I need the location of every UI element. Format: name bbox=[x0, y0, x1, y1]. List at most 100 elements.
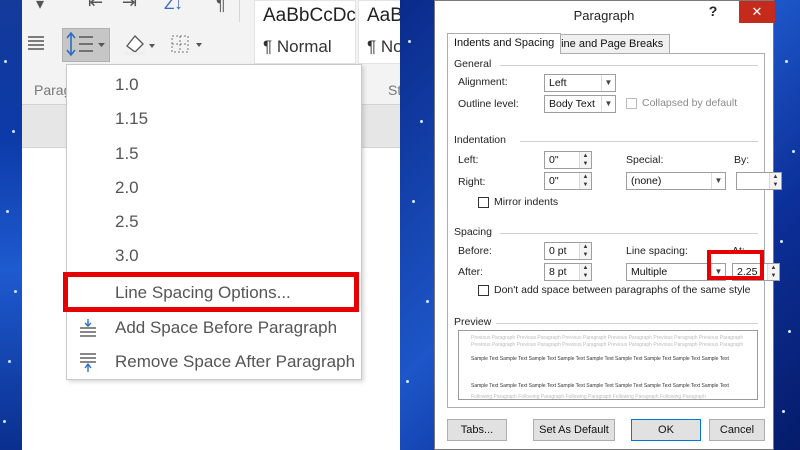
style-normal-name: ¶ Normal bbox=[263, 37, 332, 56]
spinner-arrows-icon[interactable]: ▲ ▼ bbox=[579, 173, 591, 189]
indentation-heading: Indentation bbox=[454, 134, 506, 146]
line-spacing-value: Multiple bbox=[631, 266, 668, 278]
sort-icon[interactable]: Z↓ bbox=[164, 0, 183, 14]
spinner-arrows-icon[interactable]: ▲ ▼ bbox=[579, 264, 591, 280]
add-space-before-item[interactable]: Add Space Before Paragraph bbox=[115, 318, 337, 338]
collapsed-by-default-checkbox[interactable] bbox=[626, 98, 637, 109]
collapsed-by-default-label: Collapsed by default bbox=[642, 97, 738, 109]
left-indent-label: Left: bbox=[458, 154, 479, 166]
special-select[interactable]: (none) ▼ bbox=[626, 172, 726, 190]
desktop-background: Paragraph ? ✕ Indents and Spacing Line a… bbox=[400, 0, 800, 450]
chevron-down-icon: ▼ bbox=[601, 75, 615, 91]
line-spacing-icon bbox=[66, 31, 105, 57]
alignment-select[interactable]: Left ▼ bbox=[544, 74, 616, 92]
right-indent-spinner[interactable]: 0" ▲ ▼ bbox=[544, 172, 592, 190]
outline-level-label: Outline level: bbox=[458, 98, 519, 110]
preview-previous-line-2: Previous Paragraph Previous Paragraph Pr… bbox=[471, 342, 744, 348]
outline-level-value: Body Text bbox=[549, 98, 595, 110]
tab-panel: General Alignment: Left ▼ Outline level:… bbox=[447, 53, 782, 408]
decrease-indent-icon[interactable]: ⇤ bbox=[88, 0, 103, 13]
by-label: By: bbox=[734, 154, 750, 166]
special-value: (none) bbox=[631, 175, 662, 187]
space-after-value: 8 pt bbox=[549, 266, 567, 278]
alignment-label-text: Alignment: bbox=[458, 76, 508, 88]
word-window: ▾ ⇤ ⇥ Z↓ ¶ AaBbCcDc ¶ Normal AaBbCcDc ¶ … bbox=[0, 0, 400, 450]
line-spacing-option-2-0[interactable]: 2.0 bbox=[115, 178, 139, 198]
preview-sample-line-1: Sample Text Sample Text Sample Text Samp… bbox=[471, 356, 729, 362]
desktop-background-strip bbox=[0, 0, 22, 450]
remove-space-after-icon bbox=[77, 351, 99, 373]
style-normal-sample: AaBbCcDc bbox=[263, 5, 356, 26]
line-spacing-option-2-5[interactable]: 2.5 bbox=[115, 212, 139, 232]
spinner-arrows-icon[interactable]: ▲ ▼ bbox=[769, 173, 781, 189]
tab-line-and-page-breaks[interactable]: Line and Page Breaks bbox=[548, 34, 671, 54]
spacing-heading: Spacing bbox=[454, 226, 492, 238]
preview-divider bbox=[496, 323, 758, 324]
spinner-arrows-icon[interactable]: ▲ ▼ bbox=[767, 264, 779, 280]
space-before-value: 0 pt bbox=[549, 245, 567, 257]
spacing-divider bbox=[500, 233, 758, 234]
alignment-label: Alignment: bbox=[458, 76, 508, 88]
add-space-before-icon bbox=[77, 317, 99, 339]
line-spacing-option-3-0[interactable]: 3.0 bbox=[115, 246, 139, 266]
show-formatting-marks-icon[interactable]: ¶ bbox=[216, 0, 226, 15]
mirror-indents-label: Mirror indents bbox=[494, 196, 559, 208]
alignment-value: Left bbox=[549, 77, 567, 89]
right-indent-value: 0" bbox=[549, 175, 559, 187]
close-button[interactable]: ✕ bbox=[739, 1, 775, 23]
tabs-button[interactable]: Tabs... bbox=[447, 419, 507, 441]
help-button[interactable]: ? bbox=[706, 3, 720, 25]
tab-indents-and-spacing[interactable]: Indents and Spacing bbox=[447, 33, 562, 54]
line-spacing-button[interactable] bbox=[62, 28, 110, 62]
before-label: Before: bbox=[458, 245, 492, 257]
preview-sample-line-2: Sample Text Sample Text Sample Text Samp… bbox=[471, 383, 729, 389]
general-divider bbox=[500, 65, 758, 66]
cancel-button[interactable]: Cancel bbox=[709, 419, 765, 441]
line-spacing-option-1-15[interactable]: 1.15 bbox=[115, 109, 148, 129]
remove-space-after-item[interactable]: Remove Space After Paragraph bbox=[115, 352, 355, 372]
bullets-dropdown-icon[interactable]: ▾ bbox=[36, 0, 44, 14]
dialog-title: Paragraph bbox=[573, 8, 635, 23]
left-indent-spinner[interactable]: 0" ▲ ▼ bbox=[544, 151, 592, 169]
line-spacing-option-1-0[interactable]: 1.0 bbox=[115, 75, 139, 95]
space-before-spinner[interactable]: 0 pt ▲ ▼ bbox=[544, 242, 592, 260]
general-heading: General bbox=[454, 58, 492, 70]
by-spinner[interactable]: ▲ ▼ bbox=[736, 172, 782, 190]
highlight-at-field bbox=[707, 250, 764, 280]
line-spacing-option-1-5[interactable]: 1.5 bbox=[115, 144, 139, 164]
paragraph-dialog: Paragraph ? ✕ Indents and Spacing Line a… bbox=[434, 0, 782, 450]
shading-icon[interactable] bbox=[122, 32, 158, 61]
justify-icon[interactable] bbox=[26, 34, 48, 55]
ok-button[interactable]: OK bbox=[631, 419, 701, 441]
line-spacing-menu: 1.0 1.15 1.5 2.0 2.5 3.0 Line Spacing Op… bbox=[66, 64, 362, 380]
style-no-spacing-sample: AaBbCcDc bbox=[367, 5, 400, 26]
increase-indent-icon[interactable]: ⇥ bbox=[122, 0, 137, 13]
dialog-titlebar[interactable]: Paragraph ? ✕ bbox=[435, 1, 775, 31]
style-no-spacing[interactable]: AaBbCcDc ¶ No bbox=[358, 0, 400, 64]
left-indent-value: 0" bbox=[549, 154, 559, 166]
style-normal[interactable]: AaBbCcDc ¶ Normal bbox=[254, 0, 356, 64]
chevron-down-icon: ▼ bbox=[711, 173, 725, 189]
space-after-spinner[interactable]: 8 pt ▲ ▼ bbox=[544, 263, 592, 281]
spinner-arrows-icon[interactable]: ▲ ▼ bbox=[579, 152, 591, 168]
set-as-default-button[interactable]: Set As Default bbox=[533, 419, 615, 441]
dont-add-space-checkbox[interactable] bbox=[478, 285, 489, 296]
after-label: After: bbox=[458, 266, 484, 278]
borders-icon[interactable] bbox=[168, 32, 208, 61]
special-label: Special: bbox=[626, 154, 664, 166]
right-indent-label: Right: bbox=[458, 176, 486, 188]
preview-previous-line-1: Previous Paragraph Previous Paragraph Pr… bbox=[471, 335, 744, 341]
chevron-down-icon: ▼ bbox=[601, 96, 615, 112]
indentation-divider bbox=[520, 141, 758, 142]
dont-add-space-label: Don't add space between paragraphs of th… bbox=[494, 284, 751, 296]
style-no-spacing-name: ¶ No bbox=[367, 37, 400, 56]
preview-following-line: Following Paragraph Following Paragraph … bbox=[471, 394, 706, 400]
highlight-line-spacing-options bbox=[63, 272, 359, 312]
preview-heading: Preview bbox=[454, 316, 492, 328]
preview-box: Previous Paragraph Previous Paragraph Pr… bbox=[458, 330, 758, 400]
ribbon-separator bbox=[239, 0, 240, 22]
spinner-arrows-icon[interactable]: ▲ ▼ bbox=[579, 243, 591, 259]
outline-level-select[interactable]: Body Text ▼ bbox=[544, 95, 616, 113]
mirror-indents-checkbox[interactable] bbox=[478, 197, 489, 208]
line-spacing-label: Line spacing: bbox=[626, 245, 688, 257]
